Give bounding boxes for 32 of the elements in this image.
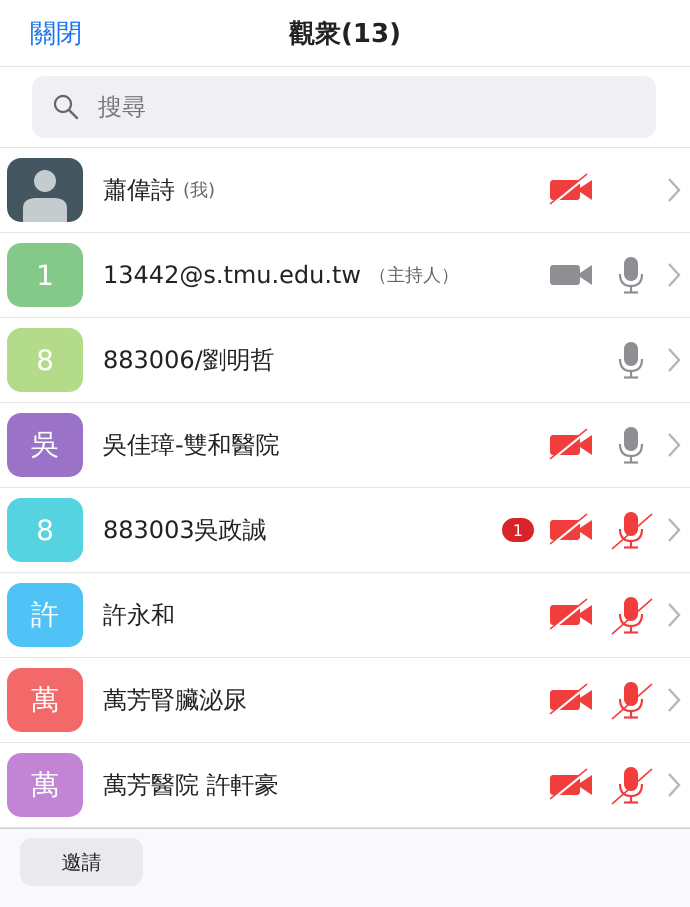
avatar: 萬 (7, 668, 83, 732)
chevron-icon[interactable] (666, 772, 682, 798)
avatar: 許 (7, 583, 83, 647)
chevron-icon[interactable] (666, 262, 682, 288)
avatar: 1 (7, 243, 83, 307)
participant-name: 許永和 (103, 600, 175, 631)
avatar-icon (7, 158, 83, 222)
chevron-icon[interactable] (666, 347, 682, 373)
avatar: 萬 (7, 753, 83, 817)
role-label: （主持人） (369, 264, 459, 287)
participant-name: 萬芳醫院 許軒豪 (103, 770, 279, 801)
chevron-icon[interactable] (666, 177, 682, 203)
notification-badge: 1 (502, 518, 534, 542)
chevron-icon[interactable] (666, 602, 682, 628)
search-icon (52, 93, 80, 121)
chevron-icon[interactable] (666, 432, 682, 458)
invite-button[interactable]: 邀請 (20, 838, 143, 886)
search-field[interactable]: 搜尋 (32, 76, 656, 138)
close-button[interactable]: 關閉 (30, 16, 82, 50)
avatar: 8 (7, 328, 83, 392)
avatar: 8 (7, 498, 83, 562)
participant-name: 蕭偉詩 (103, 175, 175, 206)
participant-name: 883006/劉明哲 (103, 345, 275, 376)
participant-name: 883003吳政誠 (103, 515, 267, 546)
participant-name: 萬芳腎臟泌尿 (103, 685, 247, 716)
chevron-icon[interactable] (666, 517, 682, 543)
screen-title: 觀衆(13) (289, 18, 401, 50)
chevron-icon[interactable] (666, 687, 682, 713)
participant-name: 吳佳璋-雙和醫院 (103, 430, 280, 461)
role-label: (我) (183, 179, 216, 202)
avatar: 吳 (7, 413, 83, 477)
participant-name: 13442@s.tmu.edu.tw (103, 261, 361, 289)
